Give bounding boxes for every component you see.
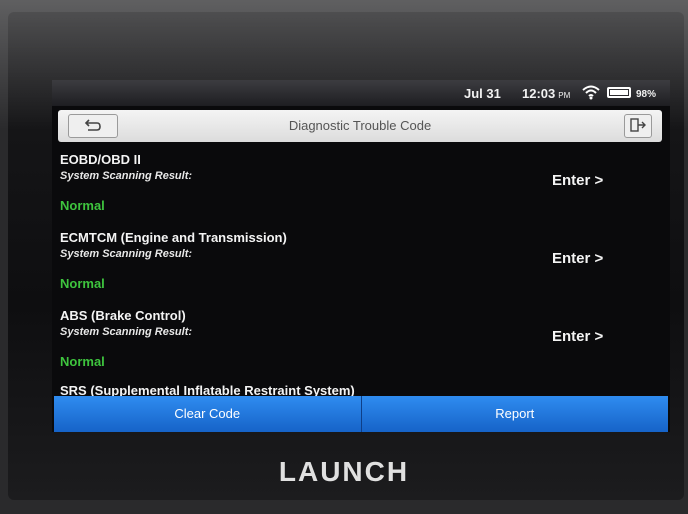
scan-result-label: System Scanning Result: <box>60 326 193 338</box>
page-title: Diagnostic Trouble Code <box>288 118 432 133</box>
system-name: EOBD/OBD II <box>60 152 141 167</box>
scan-result-label: System Scanning Result: <box>60 248 193 260</box>
status-normal: Normal <box>60 354 105 369</box>
report-button[interactable]: Report <box>360 396 668 432</box>
enter-button[interactable]: Enter > <box>552 172 603 189</box>
title-bar: Diagnostic Trouble Code <box>58 110 662 142</box>
wifi-icon <box>582 84 600 100</box>
list-item: ECMTCM (Engine and Transmission) System … <box>60 230 660 308</box>
status-normal: Normal <box>60 276 105 291</box>
list-item: ABS (Brake Control) System Scanning Resu… <box>60 308 660 386</box>
battery-percent: 98% <box>636 89 657 100</box>
exit-icon <box>630 118 646 132</box>
status-ampm: PM <box>558 91 571 100</box>
system-name: ECMTCM (Engine and Transmission) <box>60 230 287 245</box>
enter-button[interactable]: Enter > <box>552 250 603 267</box>
system-list: EOBD/OBD II System Scanning Result: Norm… <box>60 152 660 386</box>
status-bar: Jul 31 12:03 PM 98% <box>52 80 670 106</box>
screen: Jul 31 12:03 PM 98% Diagnostic Trouble Co… <box>52 80 670 432</box>
status-time-value: 12:03 <box>522 86 556 101</box>
action-bar: Clear Code Report <box>54 396 668 432</box>
system-name: ABS (Brake Control) <box>60 308 186 323</box>
status-normal: Normal <box>60 198 105 213</box>
status-date: Jul 31 <box>464 86 501 101</box>
battery-icon <box>607 87 631 98</box>
status-time: 12:03 PM <box>522 86 570 101</box>
brand-logo: LAUNCH <box>278 456 410 487</box>
scan-result-label: System Scanning Result: <box>60 170 193 182</box>
list-item: EOBD/OBD II System Scanning Result: Norm… <box>60 152 660 230</box>
exit-button[interactable] <box>624 114 652 138</box>
clear-code-button[interactable]: Clear Code <box>54 396 361 432</box>
enter-button[interactable]: Enter > <box>552 328 603 345</box>
